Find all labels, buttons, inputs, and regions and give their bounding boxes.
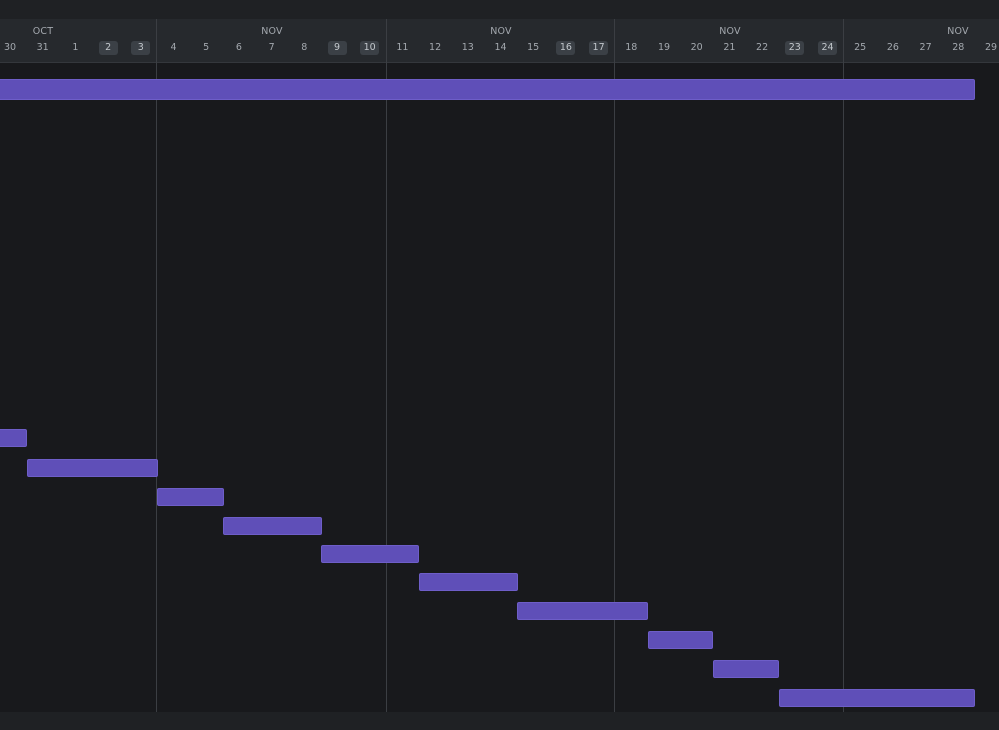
day-label: 5 [203,42,210,53]
month-label: NOV [261,26,283,37]
day-label: 25 [854,42,867,53]
task-bar[interactable] [321,545,419,563]
horizontal-scrollbar-track[interactable] [0,712,999,730]
day-label: 12 [429,42,442,53]
day-label: 29 [984,42,998,53]
day-label: 28 [952,42,965,53]
day-label: 22 [756,42,769,53]
task-bar[interactable] [648,631,713,649]
month-label: NOV [947,26,969,37]
day-label: 30 [3,42,17,53]
day-label: 1 [72,42,79,53]
task-bar[interactable] [157,488,224,506]
day-label-weekend: 17 [589,41,609,55]
day-label: 18 [625,42,638,53]
day-label-weekend: 2 [98,41,118,55]
day-label: 11 [396,42,409,53]
task-bar[interactable] [779,689,975,707]
task-bar[interactable] [27,459,158,477]
timeline-header: OCT NOV NOV NOV NOV 30 31 1 2 3 4 5 6 7 8 9 10 11 12 1… [0,19,999,63]
day-label-weekend: 9 [327,41,347,55]
month-label: OCT [32,26,54,37]
day-label-weekend: 10 [360,41,380,55]
day-label: 14 [494,42,507,53]
day-label-weekend: 3 [131,41,151,55]
day-label-weekend: 16 [556,41,576,55]
day-label-weekend: 23 [785,41,805,55]
task-bar[interactable] [0,429,27,447]
day-label: 13 [461,42,474,53]
top-band [0,0,999,19]
day-label: 21 [723,42,736,53]
gantt-grid [0,62,999,712]
task-bar[interactable] [0,79,975,100]
day-label: 15 [527,42,540,53]
task-bar[interactable] [713,660,779,678]
day-label: 27 [919,42,932,53]
day-label: 31 [36,42,49,53]
day-label: 8 [301,42,308,53]
day-label: 7 [268,42,275,53]
task-bar[interactable] [517,602,648,620]
day-label: 4 [170,42,177,53]
task-bar[interactable] [223,517,322,535]
day-label: 6 [235,42,242,53]
day-label: 19 [657,42,671,53]
day-label: 20 [690,42,703,53]
day-label: 26 [886,42,899,53]
day-label-weekend: 24 [818,41,837,55]
month-label: NOV [719,26,741,37]
task-bar[interactable] [419,573,518,591]
month-label: NOV [490,26,512,37]
